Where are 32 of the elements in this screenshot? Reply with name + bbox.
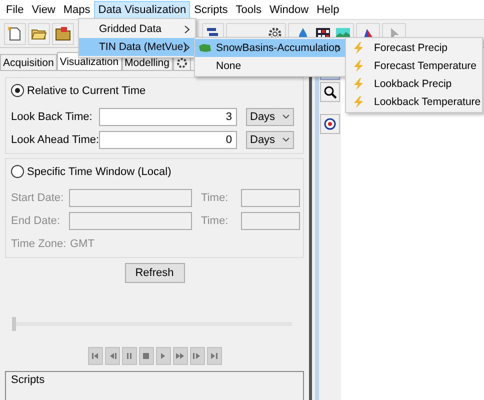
menu-item[interactable]: Tools: [232, 0, 266, 18]
menu-item[interactable]: Maps: [59, 0, 94, 18]
unit-dropdown[interactable]: Days: [246, 130, 294, 148]
field-label: Look Back Time:: [11, 110, 94, 122]
menu-item[interactable]: Window: [265, 0, 313, 18]
menu-item[interactable]: Help: [312, 0, 344, 18]
refresh-button[interactable]: Refresh: [124, 263, 184, 283]
menu-item[interactable]: None: [195, 57, 346, 75]
field-label: Look Ahead Time:: [11, 134, 99, 146]
menu-item[interactable]: Scripts: [190, 0, 232, 18]
menu-item[interactable]: TIN Data (MetVue): [79, 38, 195, 56]
field-label: Time:: [201, 214, 230, 226]
time-zone-value: GMT: [70, 238, 96, 250]
menu-item[interactable]: Forecast Precip: [346, 39, 482, 57]
field-label: End Date:: [11, 214, 61, 226]
field-label: Time Zone:: [11, 238, 68, 250]
panel-title: Scripts: [11, 374, 45, 386]
field-label: Start Date:: [11, 192, 65, 204]
menu-item[interactable]: Gridded Data: [79, 20, 195, 38]
menu-item[interactable]: File: [2, 0, 28, 18]
menu-item[interactable]: View: [28, 0, 60, 18]
field-label: Time:: [201, 192, 230, 204]
radio-label: Relative to Current Time: [27, 84, 146, 96]
input-field[interactable]: 0: [99, 130, 237, 148]
tab[interactable]: Acquisition: [0, 54, 57, 70]
input-field[interactable]: 3: [99, 108, 237, 126]
menu-item[interactable]: Forecast Temperature: [346, 57, 482, 75]
radio-label: Specific Time Window (Local): [27, 166, 172, 178]
menu-item[interactable]: Lookback Temperature: [346, 93, 482, 111]
unit-dropdown[interactable]: Days: [246, 108, 294, 126]
menu-item[interactable]: Lookback Precip: [346, 75, 482, 93]
menu-item[interactable]: Data Visualization: [94, 0, 190, 18]
